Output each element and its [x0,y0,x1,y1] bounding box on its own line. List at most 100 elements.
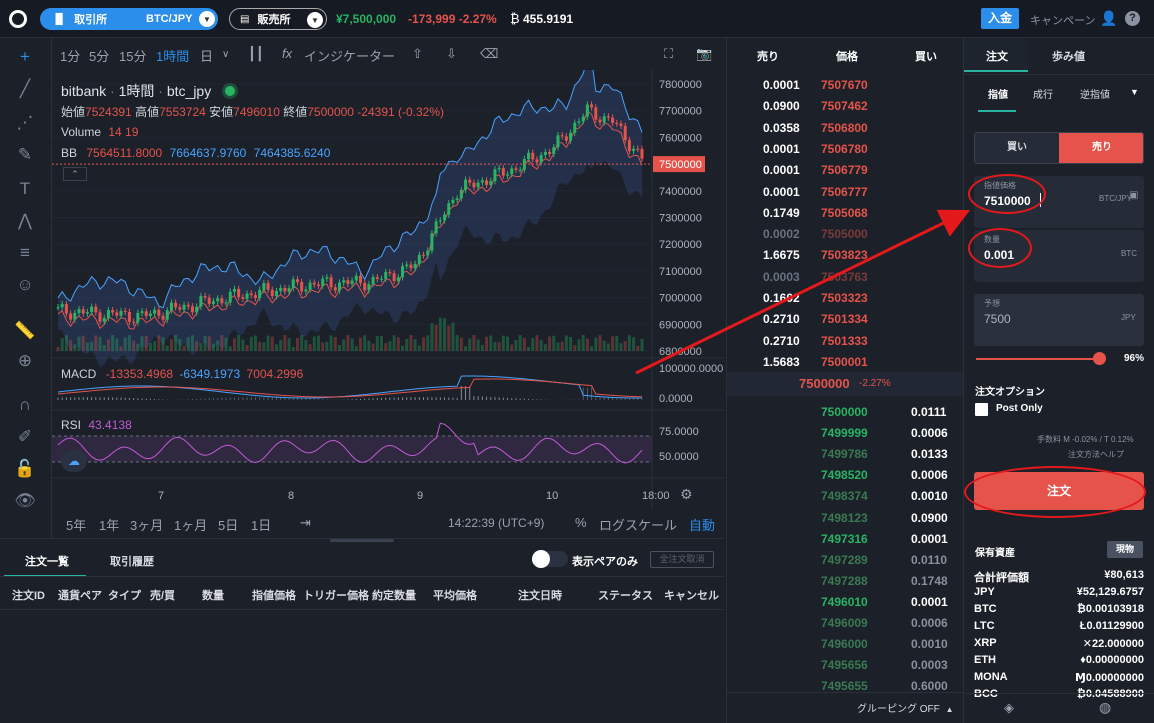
bid-row[interactable]: 7498374 0.0010 [727,486,963,507]
lock-icon[interactable]: 🔓 [14,458,36,480]
ask-row[interactable]: 0.0358 7506800 [727,118,963,139]
ask-row[interactable]: 1.6675 7503823 [727,245,963,266]
bid-row[interactable]: 7497316 0.0001 [727,529,963,550]
bid-row[interactable]: 7498520 0.0006 [727,465,963,486]
pair-only-toggle[interactable] [532,550,568,568]
pattern-icon[interactable]: ⋀ [14,210,36,232]
eraser-icon[interactable]: ⌫ [480,46,498,62]
zoom-icon[interactable]: ⊕ [14,350,36,372]
camera-icon[interactable]: 📷 [696,46,712,62]
collapse-legend-button[interactable]: ⌃ [63,167,87,181]
post-only-label[interactable]: Post Only [996,403,1043,414]
fullscreen-icon[interactable]: ⛶ [664,46,673,62]
ask-row[interactable]: 0.0900 7507462 [727,96,963,117]
range-1d[interactable]: 1日 [251,515,271,534]
ask-row[interactable]: 0.2710 7501334 [727,309,963,330]
percent-toggle[interactable]: % [575,515,587,530]
volume-bar [522,338,526,351]
tab-trade-history[interactable]: 取引履歴 [110,553,154,569]
ask-row[interactable]: 0.0001 7506779 [727,160,963,181]
auto-scale-toggle[interactable]: 自動 [689,515,715,534]
range-3m[interactable]: 3ヶ月 [130,515,163,534]
bid-row[interactable]: 7496010 0.0001 [727,592,963,613]
user-icon[interactable]: 👤 [1100,10,1117,27]
log-scale-toggle[interactable]: ログスケール [599,515,677,534]
bid-row[interactable]: 7495655 0.6000 [727,676,963,697]
interval-5m[interactable]: 5分 [89,46,109,65]
upload-icon[interactable]: ⇧ [412,46,423,62]
magnet-icon[interactable]: ∩ [14,394,36,416]
grouping-toggle[interactable]: グルーピング OFF ▲ [857,700,953,715]
download-icon[interactable]: ⇩ [446,46,457,62]
interval-day[interactable]: 日 [200,46,213,65]
spot-button[interactable]: 現物 [1107,541,1143,558]
indicators-button[interactable]: インジケーター [304,46,395,65]
buy-button[interactable]: 買い [975,133,1059,163]
store-selector[interactable]: ▤ 販売所 ▼ [229,8,327,30]
ask-row[interactable]: 0.1602 7503323 [727,288,963,309]
interval-15m[interactable]: 15分 [119,46,146,65]
text-icon[interactable]: T [14,178,36,200]
ask-row[interactable]: 0.0001 7506777 [727,182,963,203]
order-type-stop[interactable]: 逆指値 [1080,86,1110,101]
help-icon[interactable]: ? [1125,11,1140,26]
tab-order[interactable]: 注文 [964,38,1028,72]
bid-row[interactable]: 7500000 0.0111 [727,402,963,423]
campaign-link[interactable]: キャンペーン [1030,12,1095,28]
ruler-icon[interactable]: 📏 [14,320,36,342]
bid-row[interactable]: 7497288 0.1748 [727,571,963,592]
slider-knob[interactable] [1092,352,1106,365]
resize-handle[interactable] [330,539,394,542]
ask-row[interactable]: 0.0003 7503763 [727,267,963,288]
bid-row[interactable]: 7499999 0.0006 [727,423,963,444]
range-5y[interactable]: 5年 [66,515,86,534]
candle-type-icon[interactable]: ┃┃ [248,46,264,62]
fib-icon[interactable]: ⋰ [14,112,36,134]
bid-row[interactable]: 7495656 0.0003 [727,655,963,676]
range-5d[interactable]: 5日 [218,515,238,534]
lock-drawing-icon[interactable]: ✐ [14,426,36,448]
bid-row[interactable]: 7499786 0.0133 [727,444,963,465]
brush-icon[interactable]: ✎ [14,144,36,166]
chart-settings-icon[interactable]: ⚙ [680,486,693,503]
emoji-icon[interactable]: ☺ [14,274,36,296]
exchange-selector[interactable]: ▐▌ 取引所 BTC/JPY ▼ [40,8,218,30]
ask-row[interactable]: 1.5683 7500001 [727,352,963,373]
interval-1h[interactable]: 1時間 [156,46,189,65]
crosshair-icon[interactable]: + [14,46,36,68]
order-help-link[interactable]: 注文方法ヘルプ [1068,449,1124,460]
bitbank-logo[interactable] [9,10,27,28]
range-1m[interactable]: 1ヶ月 [174,515,207,534]
price-chart[interactable]: 7800000 7700000 7600000 7500000 7400000 73000… [52,70,724,510]
tab-open-orders[interactable]: 注文一覧 [25,553,69,569]
order-type-limit[interactable]: 指値 [988,86,1008,101]
bid-row[interactable]: 7498123 0.0900 [727,508,963,529]
tab-trades[interactable]: 歩み値 [1052,48,1085,64]
range-1y[interactable]: 1年 [99,515,119,534]
trendline-icon[interactable]: ╱ [14,78,36,100]
goto-date-icon[interactable]: ⇥ [300,515,311,531]
deposit-button[interactable]: 入金 [981,8,1019,29]
chevron-down-icon[interactable]: ∨ [222,49,229,60]
ask-row[interactable]: 0.2710 7501333 [727,331,963,352]
ask-row[interactable]: 0.0002 7505000 [727,224,963,245]
cancel-all-button[interactable]: 全注文取消 [650,551,714,568]
copy-icon[interactable]: ▣ [1129,190,1138,201]
ask-row[interactable]: 0.1749 7505068 [727,203,963,224]
layers-icon[interactable]: ◈ [1004,700,1014,716]
eye-icon[interactable]: 👁 [14,490,36,512]
ask-row[interactable]: 0.0001 7507670 [727,75,963,96]
post-only-checkbox[interactable] [975,403,988,416]
function-icon[interactable]: fx [282,46,292,61]
more-caret-icon[interactable]: ▼ [1130,87,1139,97]
interval-1m[interactable]: 1分 [60,46,80,65]
sell-button[interactable]: 売り [1059,133,1143,163]
order-type-market[interactable]: 成行 [1033,86,1053,101]
bid-row[interactable]: 7496000 0.0010 [727,634,963,655]
chart-canvas[interactable]: 7800000 7700000 7600000 7500000 7400000 73000… [52,70,724,510]
ask-row[interactable]: 0.0001 7506780 [727,139,963,160]
globe-icon[interactable]: ◍ [1099,699,1111,716]
bid-row[interactable]: 7496009 0.0006 [727,613,963,634]
bid-row[interactable]: 7497289 0.0110 [727,550,963,571]
prediction-icon[interactable]: ≡ [14,242,36,264]
